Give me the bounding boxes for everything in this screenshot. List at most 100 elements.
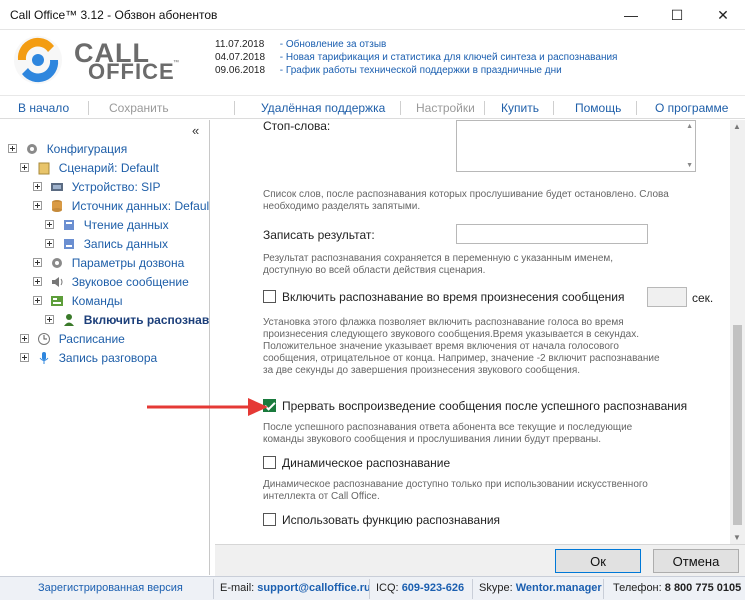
interrupt-description: После успешного распознавания ответа або…	[263, 422, 633, 445]
tree-item-commands[interactable]: Команды	[33, 292, 123, 310]
textarea-scroll-down-icon[interactable]: ▼	[686, 162, 693, 169]
menu-separator	[234, 101, 235, 115]
tree-item-sound-message[interactable]: Звуковое сообщение	[33, 273, 189, 291]
dynamic-checkbox[interactable]	[263, 456, 276, 470]
clock-icon	[38, 332, 51, 345]
expand-icon[interactable]	[45, 220, 54, 230]
skype-link[interactable]: Wentor.manager	[516, 582, 602, 594]
microphone-icon	[39, 351, 49, 364]
stopwords-label: Стоп-слова:	[263, 120, 331, 133]
textarea-scroll-up-icon[interactable]: ▲	[686, 123, 693, 130]
news-item[interactable]: 04.07.2018 - Новая тарификация и статист…	[215, 51, 617, 64]
news-item[interactable]: 11.07.2018 - Обновление за отзыв	[215, 38, 617, 51]
tree-item-label: Расписание	[58, 332, 125, 346]
expand-icon[interactable]	[8, 144, 17, 154]
tree-item-scenario[interactable]: Сценарий: Default	[20, 159, 159, 177]
expand-icon[interactable]	[33, 201, 42, 211]
expand-icon[interactable]	[45, 239, 54, 249]
tree-item-label: Включить распознава	[83, 313, 210, 327]
read-icon	[64, 219, 75, 230]
news-link[interactable]: - Новая тарификация и статистика для клю…	[280, 52, 618, 63]
email-link[interactable]: support@calloffice.ru	[257, 582, 370, 594]
database-icon	[52, 199, 63, 212]
maximize-button[interactable]: ☐	[654, 0, 700, 30]
expand-icon[interactable]	[20, 334, 29, 344]
menu-remote-support[interactable]: Удалённая поддержка	[261, 101, 385, 115]
expand-icon[interactable]	[33, 258, 42, 268]
expand-icon[interactable]	[33, 182, 42, 192]
enable-during-label: Включить распознавание во время произнес…	[282, 290, 625, 304]
window-title: Call Office™ 3.12 - Обзвон абонентов	[10, 8, 218, 22]
expand-icon[interactable]	[20, 353, 29, 363]
enable-during-description: Установка этого флажка позволяет включит…	[263, 317, 660, 376]
news-date: 11.07.2018	[215, 39, 265, 50]
icq-label: ICQ:	[376, 582, 399, 594]
news-link[interactable]: - Обновление за отзыв	[280, 39, 387, 50]
commands-icon	[51, 295, 64, 306]
menu-separator	[636, 101, 637, 115]
ok-button[interactable]: Ок	[555, 549, 641, 573]
use-function-label: Использовать функцию распознавания	[282, 513, 501, 527]
close-button[interactable]: ✕	[700, 0, 745, 30]
menu-settings[interactable]: Настройки	[416, 101, 475, 115]
status-phone: Телефон: 8 800 775 0105	[613, 582, 741, 594]
collapse-panel-button[interactable]: «	[192, 123, 199, 138]
interrupt-checkbox-row[interactable]: Прервать воспроизведение сообщения после…	[263, 399, 687, 417]
tree-item-label: Запись данных	[83, 237, 168, 251]
scrollbar-thumb[interactable]	[733, 325, 742, 525]
device-icon	[51, 182, 64, 191]
use-function-checkbox-row[interactable]: Использовать функцию распознавания	[263, 513, 500, 531]
tree-item-configuration[interactable]: Конфигурация	[8, 140, 127, 158]
stopwords-textarea[interactable]: ▲ ▼	[456, 120, 696, 172]
menu-save[interactable]: Сохранить	[109, 101, 169, 115]
menu-help[interactable]: Помощь	[575, 101, 621, 115]
tree-item-schedule[interactable]: Расписание	[20, 330, 125, 348]
menu-about[interactable]: О программе	[655, 101, 728, 115]
expand-icon[interactable]	[20, 163, 29, 173]
skype-label: Skype:	[479, 582, 513, 594]
save-result-input[interactable]	[456, 224, 648, 244]
news-list: 11.07.2018 - Обновление за отзыв 04.07.2…	[215, 38, 617, 77]
tree-item-dial-params[interactable]: Параметры дозвона	[33, 254, 184, 272]
use-function-checkbox[interactable]	[263, 513, 276, 527]
scroll-up-icon[interactable]: ▲	[733, 122, 741, 131]
status-divider	[369, 579, 370, 599]
menu-buy[interactable]: Купить	[501, 101, 539, 115]
logo-text-office: OFFICE	[88, 59, 175, 84]
menu-home[interactable]: В начало	[18, 101, 69, 115]
red-arrow-icon	[147, 398, 268, 416]
minimize-button[interactable]: —	[608, 0, 654, 30]
tree-item-label: Команды	[71, 294, 123, 308]
tree-item-write-data[interactable]: Запись данных	[45, 235, 168, 253]
news-link[interactable]: - График работы технической поддержки в …	[280, 65, 562, 76]
tree-item-label: Звуковое сообщение	[71, 275, 189, 289]
content-scrollbar[interactable]: ▲ ▼	[730, 120, 745, 544]
enable-during-checkbox[interactable]	[263, 290, 276, 304]
tree-item-data-source[interactable]: Источник данных: Default	[33, 197, 210, 215]
save-result-description: Результат распознавания сохраняется в пе…	[263, 253, 614, 276]
enable-during-seconds-input[interactable]	[647, 287, 687, 307]
enable-during-checkbox-row[interactable]: Включить распознавание во время произнес…	[263, 290, 624, 308]
menu-separator	[400, 101, 401, 115]
phone-label: Телефон:	[613, 582, 662, 594]
dialog-button-bar: Ок Отмена	[215, 544, 745, 576]
tree-item-enable-recognition[interactable]: Включить распознава	[45, 311, 210, 329]
dynamic-label: Динамическое распознавание	[282, 456, 451, 470]
expand-icon[interactable]	[45, 315, 54, 325]
stopwords-description: Список слов, после распознавания которых…	[263, 189, 669, 212]
expand-icon[interactable]	[33, 296, 42, 306]
dynamic-checkbox-row[interactable]: Динамическое распознавание	[263, 456, 450, 474]
title-bar: Call Office™ 3.12 - Обзвон абонентов — ☐…	[0, 0, 745, 30]
expand-icon[interactable]	[33, 277, 42, 287]
scenario-icon	[38, 162, 50, 175]
tree-item-label: Источник данных: Default	[71, 199, 210, 213]
status-divider	[603, 579, 604, 599]
tree-item-device[interactable]: Устройство: SIP	[33, 178, 160, 196]
logo-trademark: ™	[173, 60, 179, 66]
tree-item-call-recording[interactable]: Запись разговора	[20, 349, 157, 367]
cancel-button[interactable]: Отмена	[653, 549, 739, 573]
tree-item-read-data[interactable]: Чтение данных	[45, 216, 169, 234]
scroll-down-icon[interactable]: ▼	[733, 533, 741, 542]
settings-content: Стоп-слова: ▲ ▼ Список слов, после распо…	[215, 120, 730, 544]
news-item[interactable]: 09.06.2018 - График работы технической п…	[215, 64, 617, 77]
